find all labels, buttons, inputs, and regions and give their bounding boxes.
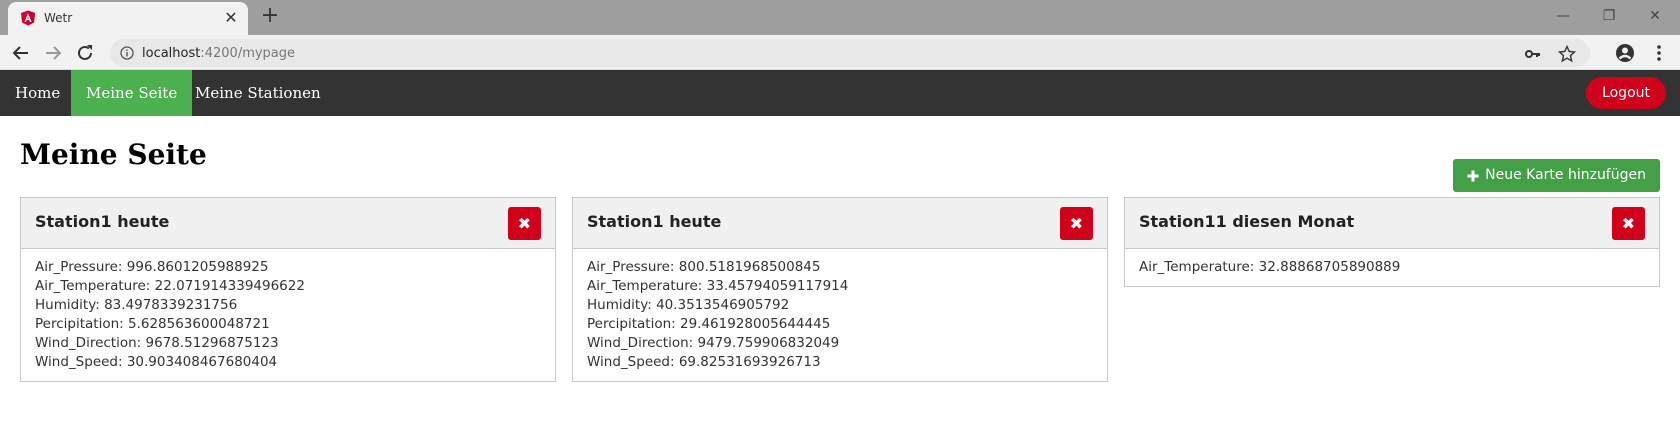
browser-tab-bar: Wetr ✕ + — ❐ ✕	[0, 0, 1680, 35]
info-icon[interactable]	[120, 46, 134, 60]
nav-meine-stationen[interactable]: Meine Stationen	[180, 70, 336, 116]
station-card: Station11 diesen Monat ✖ Air_Temperature…	[1124, 197, 1660, 287]
reading-wind-speed: Wind_Speed: 69.82531693926713	[587, 354, 821, 370]
angular-icon	[21, 10, 35, 26]
browser-tab[interactable]: Wetr ✕	[8, 2, 248, 35]
card-body: Air_Temperature: 32.88868705890889	[1125, 249, 1659, 286]
reload-icon[interactable]	[74, 42, 96, 64]
address-bar: localhost:4200/mypage	[0, 35, 1680, 70]
delete-card-button[interactable]: ✖	[1612, 207, 1645, 240]
card-title: Station1 heute	[587, 212, 722, 231]
close-icon: ✖	[1621, 214, 1636, 233]
reading-wind-direction: Wind_Direction: 9479.759906832049	[587, 335, 840, 351]
station-card: Station1 heute ✖ Air_Pressure: 996.86012…	[20, 197, 556, 382]
url-text: localhost:4200/mypage	[142, 46, 295, 61]
reading-percipitation: Percipitation: 5.628563600048721	[35, 316, 270, 332]
reading-air-pressure: Air_Pressure: 996.8601205988925	[35, 259, 269, 275]
reading-air-temperature: Air_Temperature: 22.071914339496622	[35, 278, 305, 294]
add-card-label: Neue Karte hinzufügen	[1485, 167, 1646, 183]
plus-icon[interactable]: +	[259, 5, 281, 28]
reading-percipitation: Percipitation: 29.461928005644445	[587, 316, 831, 332]
back-arrow-icon[interactable]	[10, 42, 32, 64]
add-card-button[interactable]: Neue Karte hinzufügen	[1453, 159, 1660, 192]
close-icon: ✖	[517, 214, 532, 233]
card-header: Station1 heute ✖	[573, 198, 1107, 249]
page-title: Meine Seite	[20, 138, 207, 171]
url-path: :4200/mypage	[200, 46, 296, 61]
reading-wind-speed: Wind_Speed: 30.903408467680404	[35, 354, 278, 370]
logout-button[interactable]: Logout	[1586, 77, 1666, 109]
reading-humidity: Humidity: 83.4978339231756	[35, 297, 238, 313]
forward-arrow-icon[interactable]	[42, 42, 64, 64]
close-icon[interactable]: ✕	[222, 9, 240, 27]
reading-air-temperature: Air_Temperature: 32.88868705890889	[1139, 259, 1401, 275]
account-icon[interactable]	[1614, 42, 1636, 64]
close-icon: ✖	[1069, 214, 1084, 233]
nav-home[interactable]: Home	[0, 70, 75, 116]
reading-air-temperature: Air_Temperature: 33.45794059117914	[587, 278, 849, 294]
delete-card-button[interactable]: ✖	[508, 207, 541, 240]
star-icon[interactable]	[1558, 45, 1576, 63]
card-body: Air_Pressure: 800.5181968500845 Air_Temp…	[573, 249, 1107, 381]
restore-icon[interactable]: ❐	[1586, 4, 1632, 28]
nav-meine-seite[interactable]: Meine Seite	[71, 70, 193, 116]
minimize-icon[interactable]: —	[1540, 4, 1586, 28]
card-title: Station11 diesen Monat	[1139, 212, 1355, 231]
station-card: Station1 heute ✖ Air_Pressure: 800.51819…	[572, 197, 1108, 382]
kebab-menu-icon[interactable]	[1648, 42, 1670, 64]
card-title: Station1 heute	[35, 212, 170, 231]
url-host: localhost	[142, 46, 201, 61]
url-input[interactable]: localhost:4200/mypage	[110, 39, 1590, 67]
reading-wind-direction: Wind_Direction: 9678.51296875123	[35, 335, 279, 351]
key-icon[interactable]	[1524, 45, 1542, 63]
tab-title: Wetr	[44, 11, 73, 25]
reading-humidity: Humidity: 40.3513546905792	[587, 297, 790, 313]
window-close-icon[interactable]: ✕	[1632, 4, 1678, 28]
card-header: Station11 diesen Monat ✖	[1125, 198, 1659, 249]
card-header: Station1 heute ✖	[21, 198, 555, 249]
reading-air-pressure: Air_Pressure: 800.5181968500845	[587, 259, 821, 275]
app-navbar: Home Meine Seite Meine Stationen Logout	[0, 70, 1680, 116]
plus-icon	[1467, 170, 1479, 181]
card-body: Air_Pressure: 996.8601205988925 Air_Temp…	[21, 249, 555, 381]
delete-card-button[interactable]: ✖	[1060, 207, 1093, 240]
